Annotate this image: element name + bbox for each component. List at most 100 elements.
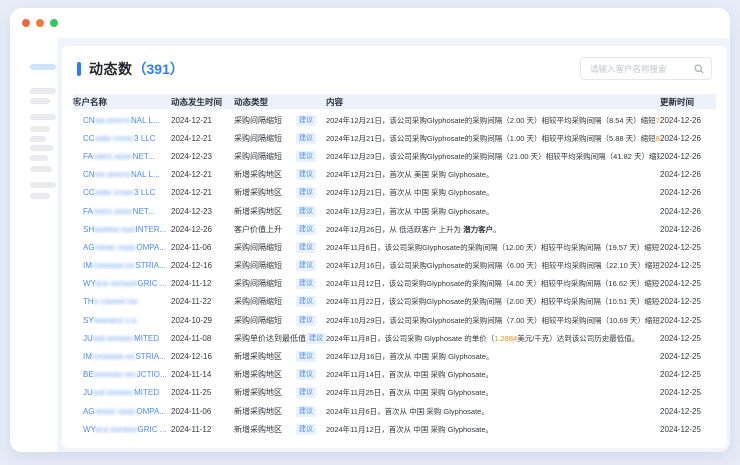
- sidebar-item[interactable]: [30, 114, 56, 120]
- suggestion-badge[interactable]: 建议: [306, 333, 326, 344]
- column-header-customer[interactable]: 客户名称: [73, 96, 171, 108]
- suggestion-badge[interactable]: 建议: [296, 315, 316, 326]
- sidebar-item[interactable]: [30, 136, 46, 142]
- sidebar-item[interactable]: [30, 193, 50, 199]
- suggestion-badge[interactable]: 建议: [296, 260, 316, 271]
- customer-name-link[interactable]: FArwers aswcNET...: [73, 152, 171, 161]
- suggestion-badge[interactable]: 建议: [296, 296, 316, 307]
- table-row[interactable]: SHawewa ewsINTER...2024-12-26客户价值上升建议202…: [73, 220, 716, 238]
- customer-name-suffix: NET...: [133, 152, 155, 161]
- suggestion-badge[interactable]: 建议: [296, 351, 316, 362]
- suggestion-badge[interactable]: 建议: [296, 169, 316, 180]
- sidebar-item[interactable]: [30, 88, 56, 94]
- table-row[interactable]: AGrewac swacOMPA...2024-11-06新增采购地区建议202…: [73, 402, 716, 420]
- table-row[interactable]: WYaca swraweGRIC ...2024-11-12新增采购地区建议20…: [73, 420, 716, 438]
- table-row[interactable]: CCwale crewc3 LLC2024-12-21新增采购地区建议2024年…: [73, 184, 716, 202]
- customer-name-link[interactable]: CNwa wrerncNAL L...: [73, 116, 171, 125]
- update-date: 2024-12-25: [660, 243, 716, 252]
- table-row[interactable]: SYweewna s.a.2024-10-29采购间隔缩短建议2024年10月2…: [73, 311, 716, 329]
- sidebar-item-active[interactable]: [30, 64, 56, 70]
- table-row[interactable]: CNwa wrerncNAL L...2024-12-21新增采购地区建议202…: [73, 166, 716, 184]
- customer-name-redacted: awewa ews: [94, 225, 135, 234]
- customer-name-link[interactable]: SYweewna s.a.: [73, 316, 171, 325]
- page-title: 动态数: [89, 61, 133, 77]
- customer-name-redacted: rcewawa wc: [92, 261, 136, 270]
- suggestion-badge[interactable]: 建议: [296, 406, 316, 417]
- dynamic-type-cell: 采购间隔缩短 建议: [234, 315, 326, 326]
- update-date: 2024-12-26: [660, 207, 716, 216]
- table-row[interactable]: THe caweel nw2024-11-22采购间隔缩短建议2024年11月2…: [73, 293, 716, 311]
- suggestion-badge[interactable]: 建议: [296, 278, 316, 289]
- window-close-button[interactable]: [22, 19, 30, 27]
- column-header-updated[interactable]: 更新时间: [660, 96, 716, 108]
- customer-name-link[interactable]: CCwale crewc3 LLC: [73, 134, 171, 143]
- event-date: 2024-12-16: [171, 261, 234, 270]
- table-row[interactable]: CNwa wrerncNAL L...2024-12-21采购间隔缩短建议202…: [73, 111, 716, 129]
- customer-name-link[interactable]: JUwal arewwcMITED: [73, 334, 171, 343]
- sidebar-item[interactable]: [30, 98, 50, 104]
- table-row[interactable]: BEswewas wrcJCTIO...2024-11-14新增采购地区建议20…: [73, 366, 716, 384]
- customer-name-link[interactable]: SHawewa ewsINTER...: [73, 225, 171, 234]
- update-date: 2024-12-25: [660, 425, 716, 434]
- table-row[interactable]: JUwal arewwcMITED2024-11-25新增采购地区建议2024年…: [73, 384, 716, 402]
- column-header-content[interactable]: 内容: [326, 96, 660, 108]
- sidebar-item[interactable]: [30, 126, 50, 132]
- search-icon[interactable]: [694, 64, 704, 74]
- dynamic-type-label: 采购间隔缩短: [234, 260, 282, 271]
- sidebar-item[interactable]: [30, 145, 54, 151]
- sidebar-item[interactable]: [30, 182, 56, 188]
- dynamic-type-label: 新增采购地区: [234, 169, 282, 180]
- window-minimize-button[interactable]: [36, 19, 44, 27]
- customer-name-link[interactable]: JUwal arewwcMITED: [73, 388, 171, 397]
- customer-name-link[interactable]: WYaca swraweGRIC ...: [73, 425, 171, 434]
- suggestion-badge[interactable]: 建议: [296, 133, 316, 144]
- table-row[interactable]: IMrcewawa wcSTRIA...2024-12-16采购间隔缩短建议20…: [73, 257, 716, 275]
- table-row[interactable]: CCwale crewc3 LLC2024-12-21采购间隔缩短建议2024年…: [73, 129, 716, 147]
- customer-name-suffix: INTER...: [135, 225, 166, 234]
- sidebar-item[interactable]: [30, 155, 48, 161]
- table-row[interactable]: JUwal arewwcMITED2024-11-08采购单价达到最低值建议20…: [73, 329, 716, 347]
- customer-name-link[interactable]: IMrcewawa wcSTRIA...: [73, 261, 171, 270]
- dynamic-type-label: 采购间隔缩短: [234, 133, 282, 144]
- app-window: 动态数（391） 客户名称 动态发生时间 动态类型 内容 更新时间 CNwa w…: [10, 8, 730, 452]
- content-segment: 1.2884: [494, 334, 517, 343]
- table-row[interactable]: WYaca swraweGRIC ...2024-11-12采购间隔缩短建议20…: [73, 275, 716, 293]
- event-date: 2024-11-06: [171, 243, 234, 252]
- table-row[interactable]: AGrewac swacOMPA...2024-11-06采购间隔缩短建议202…: [73, 238, 716, 256]
- table-row[interactable]: FArwers aswcNET...2024-12-23新增采购地区建议2024…: [73, 202, 716, 220]
- suggestion-badge[interactable]: 建议: [296, 151, 316, 162]
- window-maximize-button[interactable]: [50, 19, 58, 27]
- drag-handle-icon: [74, 98, 81, 106]
- column-header-type[interactable]: 动态类型: [234, 96, 326, 108]
- sidebar-item[interactable]: [30, 166, 52, 172]
- suggestion-badge[interactable]: 建议: [296, 369, 316, 380]
- customer-name-link[interactable]: THe caweel nw: [73, 297, 171, 306]
- suggestion-badge[interactable]: 建议: [296, 424, 316, 435]
- customer-name-link[interactable]: CCwale crewc3 LLC: [73, 188, 171, 197]
- customer-name-link[interactable]: AGrewac swacOMPA...: [73, 243, 171, 252]
- dynamic-type-label: 客户价值上升: [234, 224, 282, 235]
- customer-name-link[interactable]: FArwers aswcNET...: [73, 207, 171, 216]
- customer-name-link[interactable]: WYaca swraweGRIC ...: [73, 279, 171, 288]
- customer-name-prefix: JU: [83, 334, 93, 343]
- suggestion-badge[interactable]: 建议: [296, 224, 316, 235]
- table-row[interactable]: FArwers aswcNET...2024-12-23采购间隔缩短建议2024…: [73, 147, 716, 165]
- customer-name-link[interactable]: IMrcewawa wcSTRIA...: [73, 352, 171, 361]
- customer-name-link[interactable]: CNwa wrerncNAL L...: [73, 170, 171, 179]
- dynamic-type-label: 采购单价达到最低值: [234, 333, 306, 344]
- suggestion-badge[interactable]: 建议: [296, 387, 316, 398]
- customer-name-link[interactable]: AGrewac swacOMPA...: [73, 407, 171, 416]
- table-row[interactable]: IMrcewawa wcSTRIA...2024-12-16新增采购地区建议20…: [73, 347, 716, 365]
- suggestion-badge[interactable]: 建议: [296, 187, 316, 198]
- dynamic-content: 2024年10月29日，该公司采购Glyphosate的采购间隔（7.00 天）…: [326, 315, 660, 326]
- suggestion-badge[interactable]: 建议: [296, 242, 316, 253]
- search-input[interactable]: [581, 58, 711, 79]
- customer-name-link[interactable]: BEswewas wrcJCTIO...: [73, 370, 171, 379]
- dynamic-content: 2024年11月6日，该公司采购Glyphosate的采购间隔（12.00 天）…: [326, 242, 660, 253]
- column-header-time[interactable]: 动态发生时间: [171, 96, 234, 108]
- search-box[interactable]: [580, 57, 712, 80]
- suggestion-badge[interactable]: 建议: [296, 206, 316, 217]
- dynamic-type-label: 采购间隔缩短: [234, 315, 282, 326]
- suggestion-badge[interactable]: 建议: [296, 115, 316, 126]
- customer-name-suffix: NET...: [133, 207, 155, 216]
